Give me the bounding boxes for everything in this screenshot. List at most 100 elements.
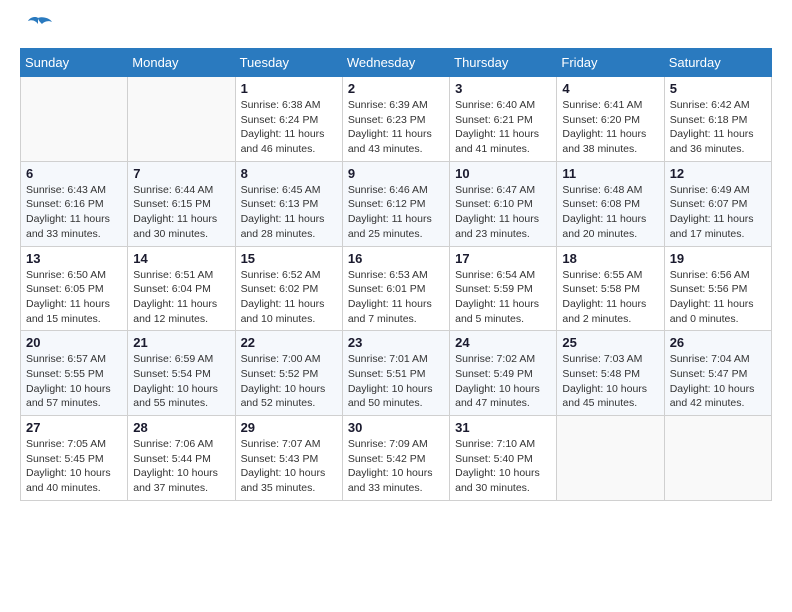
calendar-cell: 6 Sunrise: 6:43 AM Sunset: 6:16 PM Daylig… <box>21 161 128 246</box>
day-number: 2 <box>348 81 444 96</box>
day-number: 15 <box>241 251 337 266</box>
day-number: 27 <box>26 420 122 435</box>
day-info: Sunrise: 6:44 AM Sunset: 6:15 PM Dayligh… <box>133 183 229 242</box>
calendar-cell: 20 Sunrise: 6:57 AM Sunset: 5:55 PM Dayli… <box>21 331 128 416</box>
day-info: Sunrise: 7:01 AM Sunset: 5:51 PM Dayligh… <box>348 352 444 411</box>
day-info: Sunrise: 6:47 AM Sunset: 6:10 PM Dayligh… <box>455 183 551 242</box>
calendar-cell: 9Sunrise: 6:46 AM Sunset: 6:12 PM Daylig… <box>342 161 449 246</box>
day-number: 23 <box>348 335 444 350</box>
logo-bird-icon <box>22 14 54 38</box>
day-number: 13 <box>26 251 122 266</box>
day-number: 17 <box>455 251 551 266</box>
weekday-header: Tuesday <box>235 49 342 77</box>
calendar-cell: 29 Sunrise: 7:07 AM Sunset: 5:43 PM Dayli… <box>235 416 342 501</box>
day-number: 29 <box>241 420 337 435</box>
day-info: Sunrise: 6:53 AM Sunset: 6:01 PM Dayligh… <box>348 268 444 327</box>
day-number: 12 <box>670 166 766 181</box>
day-number: 20 <box>26 335 122 350</box>
calendar-cell: 14 Sunrise: 6:51 AM Sunset: 6:04 PM Dayli… <box>128 246 235 331</box>
day-number: 6 <box>26 166 122 181</box>
day-number: 8 <box>241 166 337 181</box>
day-number: 18 <box>562 251 658 266</box>
calendar-table: SundayMondayTuesdayWednesdayThursdayFrid… <box>20 48 772 501</box>
calendar-cell: 5 Sunrise: 6:42 AM Sunset: 6:18 PM Daylig… <box>664 77 771 162</box>
day-info: Sunrise: 7:09 AM Sunset: 5:42 PM Dayligh… <box>348 437 444 496</box>
day-number: 19 <box>670 251 766 266</box>
day-info: Sunrise: 6:56 AM Sunset: 5:56 PM Dayligh… <box>670 268 766 327</box>
day-number: 22 <box>241 335 337 350</box>
day-info: Sunrise: 6:41 AM Sunset: 6:20 PM Dayligh… <box>562 98 658 157</box>
weekday-header: Monday <box>128 49 235 77</box>
day-info: Sunrise: 6:38 AM Sunset: 6:24 PM Dayligh… <box>241 98 337 157</box>
calendar-cell: 12 Sunrise: 6:49 AM Sunset: 6:07 PM Dayli… <box>664 161 771 246</box>
day-number: 28 <box>133 420 229 435</box>
calendar-cell <box>664 416 771 501</box>
day-number: 11 <box>562 166 658 181</box>
day-number: 16 <box>348 251 444 266</box>
day-info: Sunrise: 6:43 AM Sunset: 6:16 PM Dayligh… <box>26 183 122 242</box>
calendar-cell: 31 Sunrise: 7:10 AM Sunset: 5:40 PM Dayli… <box>450 416 557 501</box>
calendar-cell: 21 Sunrise: 6:59 AM Sunset: 5:54 PM Dayli… <box>128 331 235 416</box>
weekday-header: Saturday <box>664 49 771 77</box>
day-number: 5 <box>670 81 766 96</box>
calendar-cell: 7 Sunrise: 6:44 AM Sunset: 6:15 PM Daylig… <box>128 161 235 246</box>
calendar-cell: 19 Sunrise: 6:56 AM Sunset: 5:56 PM Dayli… <box>664 246 771 331</box>
day-info: Sunrise: 6:48 AM Sunset: 6:08 PM Dayligh… <box>562 183 658 242</box>
day-info: Sunrise: 6:50 AM Sunset: 6:05 PM Dayligh… <box>26 268 122 327</box>
calendar-cell: 26 Sunrise: 7:04 AM Sunset: 5:47 PM Dayli… <box>664 331 771 416</box>
day-info: Sunrise: 6:54 AM Sunset: 5:59 PM Dayligh… <box>455 268 551 327</box>
day-info: Sunrise: 6:51 AM Sunset: 6:04 PM Dayligh… <box>133 268 229 327</box>
logo <box>20 20 54 38</box>
day-info: Sunrise: 6:59 AM Sunset: 5:54 PM Dayligh… <box>133 352 229 411</box>
weekday-header: Sunday <box>21 49 128 77</box>
page-header <box>20 20 772 38</box>
day-info: Sunrise: 7:10 AM Sunset: 5:40 PM Dayligh… <box>455 437 551 496</box>
day-number: 3 <box>455 81 551 96</box>
day-number: 21 <box>133 335 229 350</box>
day-info: Sunrise: 6:39 AM Sunset: 6:23 PM Dayligh… <box>348 98 444 157</box>
weekday-header: Thursday <box>450 49 557 77</box>
calendar-cell: 2 Sunrise: 6:39 AM Sunset: 6:23 PM Daylig… <box>342 77 449 162</box>
calendar-cell: 25 Sunrise: 7:03 AM Sunset: 5:48 PM Dayli… <box>557 331 664 416</box>
calendar-cell <box>21 77 128 162</box>
day-number: 1 <box>241 81 337 96</box>
calendar-cell: 27Sunrise: 7:05 AM Sunset: 5:45 PM Dayli… <box>21 416 128 501</box>
calendar-cell: 8 Sunrise: 6:45 AM Sunset: 6:13 PM Daylig… <box>235 161 342 246</box>
day-info: Sunrise: 6:42 AM Sunset: 6:18 PM Dayligh… <box>670 98 766 157</box>
calendar-week-row: 20 Sunrise: 6:57 AM Sunset: 5:55 PM Dayli… <box>21 331 772 416</box>
day-info: Sunrise: 6:49 AM Sunset: 6:07 PM Dayligh… <box>670 183 766 242</box>
calendar-cell: 10 Sunrise: 6:47 AM Sunset: 6:10 PM Dayli… <box>450 161 557 246</box>
calendar-cell: 18 Sunrise: 6:55 AM Sunset: 5:58 PM Dayli… <box>557 246 664 331</box>
day-number: 30 <box>348 420 444 435</box>
day-number: 25 <box>562 335 658 350</box>
calendar-cell: 22Sunrise: 7:00 AM Sunset: 5:52 PM Dayli… <box>235 331 342 416</box>
day-number: 9 <box>348 166 444 181</box>
day-info: Sunrise: 6:45 AM Sunset: 6:13 PM Dayligh… <box>241 183 337 242</box>
day-info: Sunrise: 6:57 AM Sunset: 5:55 PM Dayligh… <box>26 352 122 411</box>
day-info: Sunrise: 7:04 AM Sunset: 5:47 PM Dayligh… <box>670 352 766 411</box>
weekday-header: Friday <box>557 49 664 77</box>
day-number: 10 <box>455 166 551 181</box>
weekday-header: Wednesday <box>342 49 449 77</box>
calendar-cell: 24Sunrise: 7:02 AM Sunset: 5:49 PM Dayli… <box>450 331 557 416</box>
day-info: Sunrise: 6:40 AM Sunset: 6:21 PM Dayligh… <box>455 98 551 157</box>
calendar-week-row: 1 Sunrise: 6:38 AM Sunset: 6:24 PM Daylig… <box>21 77 772 162</box>
day-number: 31 <box>455 420 551 435</box>
calendar-week-row: 6 Sunrise: 6:43 AM Sunset: 6:16 PM Daylig… <box>21 161 772 246</box>
day-number: 7 <box>133 166 229 181</box>
calendar-cell: 23 Sunrise: 7:01 AM Sunset: 5:51 PM Dayli… <box>342 331 449 416</box>
calendar-header-row: SundayMondayTuesdayWednesdayThursdayFrid… <box>21 49 772 77</box>
calendar-cell <box>128 77 235 162</box>
day-number: 24 <box>455 335 551 350</box>
calendar-cell: 3 Sunrise: 6:40 AM Sunset: 6:21 PM Daylig… <box>450 77 557 162</box>
day-info: Sunrise: 7:07 AM Sunset: 5:43 PM Dayligh… <box>241 437 337 496</box>
day-number: 26 <box>670 335 766 350</box>
day-number: 14 <box>133 251 229 266</box>
calendar-cell <box>557 416 664 501</box>
calendar-week-row: 13 Sunrise: 6:50 AM Sunset: 6:05 PM Dayli… <box>21 246 772 331</box>
calendar-cell: 4Sunrise: 6:41 AM Sunset: 6:20 PM Daylig… <box>557 77 664 162</box>
calendar-cell: 1 Sunrise: 6:38 AM Sunset: 6:24 PM Daylig… <box>235 77 342 162</box>
day-info: Sunrise: 7:03 AM Sunset: 5:48 PM Dayligh… <box>562 352 658 411</box>
calendar-cell: 13 Sunrise: 6:50 AM Sunset: 6:05 PM Dayli… <box>21 246 128 331</box>
day-info: Sunrise: 6:55 AM Sunset: 5:58 PM Dayligh… <box>562 268 658 327</box>
